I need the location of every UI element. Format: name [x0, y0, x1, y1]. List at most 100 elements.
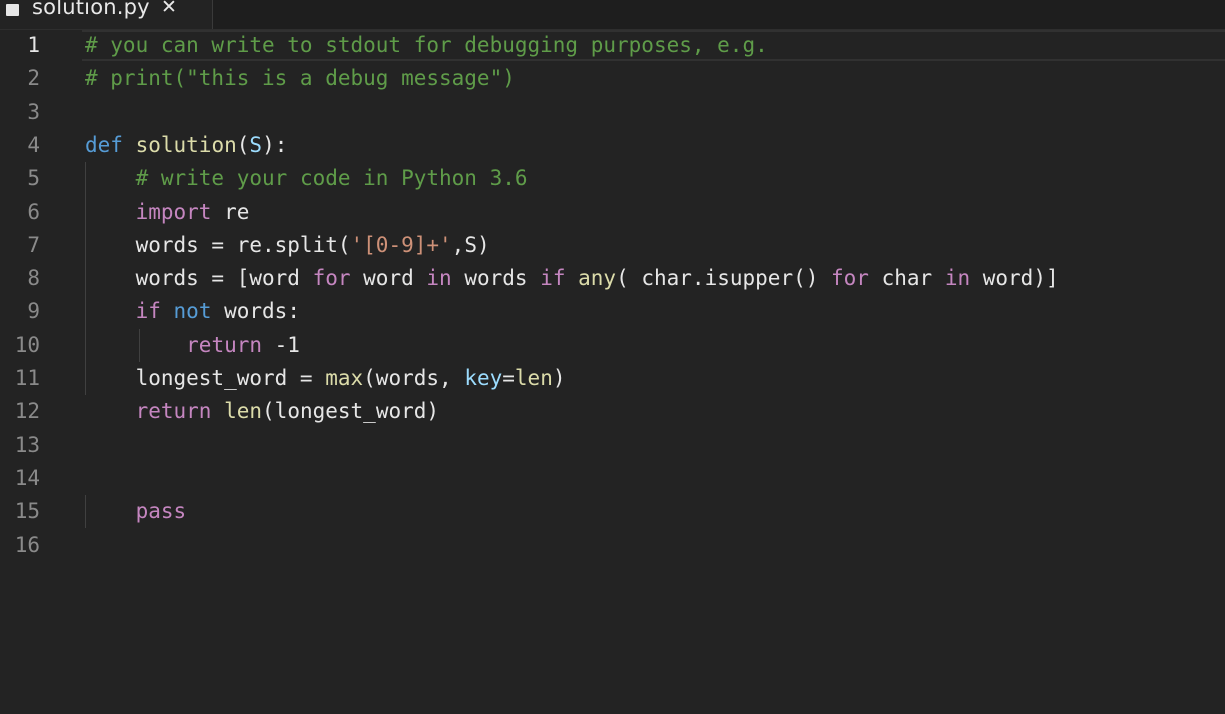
line-number: 7: [27, 232, 40, 257]
code-token: words = re.split(: [85, 232, 351, 257]
code-text[interactable]: return -1: [85, 329, 300, 362]
code-token: ): [552, 366, 566, 390]
code-token: re: [211, 199, 250, 224]
code-line[interactable]: 12 return len(longest_word): [0, 395, 1225, 428]
code-text[interactable]: words = [word for word in words if any( …: [85, 262, 1059, 295]
code-token: key: [464, 366, 503, 390]
code-text[interactable]: return len(longest_word): [85, 395, 439, 428]
line-number: 16: [14, 532, 40, 557]
code-line[interactable]: 13: [0, 429, 1225, 462]
line-number: 15: [14, 499, 40, 524]
code-line[interactable]: 2 # print("this is a debug message"): [0, 62, 1225, 95]
tab-label[interactable]: solution.py: [32, 0, 150, 19]
code-editor[interactable]: 1 # you can write to stdout for debugging…: [0, 29, 1225, 714]
line-number: 9: [27, 299, 40, 324]
code-text[interactable]: if not words:: [85, 295, 300, 328]
code-token: pass: [135, 499, 187, 524]
line-number: 5: [27, 166, 40, 191]
code-token: word)]: [970, 266, 1059, 291]
code-line[interactable]: 1 # you can write to stdout for debugging…: [0, 29, 1225, 62]
code-token: len: [224, 399, 263, 424]
line-number: 2: [27, 66, 40, 91]
code-token: words: [451, 266, 541, 291]
code-line[interactable]: 7 words = re.split('[0-9]+',S): [0, 229, 1225, 262]
code-text[interactable]: pass: [85, 495, 187, 528]
line-number: 1: [27, 33, 40, 57]
code-line[interactable]: 3: [0, 96, 1225, 129]
code-token: ):: [262, 132, 288, 157]
code-token: =: [502, 366, 515, 390]
code-token: ( char.isupper(): [616, 266, 832, 291]
file-icon: [6, 4, 19, 16]
close-icon[interactable]: ✕: [161, 0, 177, 18]
code-token: in: [426, 266, 452, 291]
code-text[interactable]: # write your code in Python 3.6: [85, 162, 528, 195]
line-number: 6: [27, 199, 40, 224]
code-text[interactable]: def solution(S):: [85, 129, 287, 162]
code-token: # write your code in Python 3.6: [135, 166, 528, 191]
code-token: return: [186, 332, 263, 357]
code-line[interactable]: 5 # write your code in Python 3.6: [0, 162, 1225, 195]
code-token: S: [249, 132, 263, 157]
line-number: 12: [14, 399, 40, 424]
code-token: not: [173, 299, 212, 324]
code-text[interactable]: # you can write to stdout for debugging …: [85, 29, 768, 62]
code-token: char: [868, 266, 945, 291]
code-token: return: [135, 399, 212, 424]
code-token: in: [944, 266, 971, 291]
tab-bar: solution.py ✕: [0, 0, 1225, 30]
code-token: solution: [135, 132, 237, 157]
code-token: import: [135, 199, 212, 224]
code-token: (longest_word): [262, 399, 440, 424]
code-line[interactable]: 4 def solution(S):: [0, 129, 1225, 162]
code-token: # print("this is a debug message"): [85, 66, 515, 91]
line-number: 10: [14, 332, 40, 357]
code-line[interactable]: 11 longest_word = max(words, key=len): [0, 362, 1225, 395]
code-token: for: [831, 266, 869, 291]
code-text[interactable]: words = re.split('[0-9]+',S): [85, 229, 490, 262]
code-line[interactable]: 15 pass: [0, 495, 1225, 528]
code-editor-window: solution.py ✕ 1 # you can write to stdout…: [0, 0, 1225, 714]
code-token: '[0-9]+': [350, 232, 452, 257]
code-token: word: [350, 266, 427, 291]
code-token: if: [135, 299, 161, 324]
code-line[interactable]: 16: [0, 529, 1225, 562]
code-token: max: [325, 366, 364, 390]
tab-solution-py[interactable]: solution.py ✕: [0, 0, 213, 29]
code-token: any: [578, 266, 617, 291]
line-number: 14: [14, 465, 40, 490]
code-token: len: [514, 366, 553, 390]
code-text[interactable]: import re: [85, 196, 250, 229]
code-token: -1: [262, 332, 300, 357]
code-token: longest_word =: [85, 366, 326, 390]
code-line[interactable]: 8 words = [word for word in words if any…: [0, 262, 1225, 295]
line-number: 3: [27, 99, 40, 124]
line-number: 11: [14, 366, 40, 390]
code-token: words = [word: [85, 266, 313, 291]
code-token: words:: [211, 299, 300, 324]
code-token: def: [85, 132, 123, 157]
code-token: (: [236, 132, 250, 157]
code-token: # you can write to stdout for debugging …: [85, 33, 768, 57]
code-token: (words,: [363, 366, 465, 390]
line-number: 4: [27, 132, 40, 157]
code-line[interactable]: 10 return -1: [0, 329, 1225, 362]
line-number: 13: [14, 432, 40, 457]
code-token: for: [312, 266, 351, 291]
code-line[interactable]: 14: [0, 462, 1225, 495]
code-line[interactable]: 6 import re: [0, 196, 1225, 229]
code-text[interactable]: longest_word = max(words, key=len): [85, 362, 566, 395]
code-token: ,S): [451, 232, 490, 257]
code-line[interactable]: 9 if not words:: [0, 295, 1225, 328]
code-text[interactable]: # print("this is a debug message"): [85, 62, 515, 95]
code-token: if: [540, 266, 566, 291]
